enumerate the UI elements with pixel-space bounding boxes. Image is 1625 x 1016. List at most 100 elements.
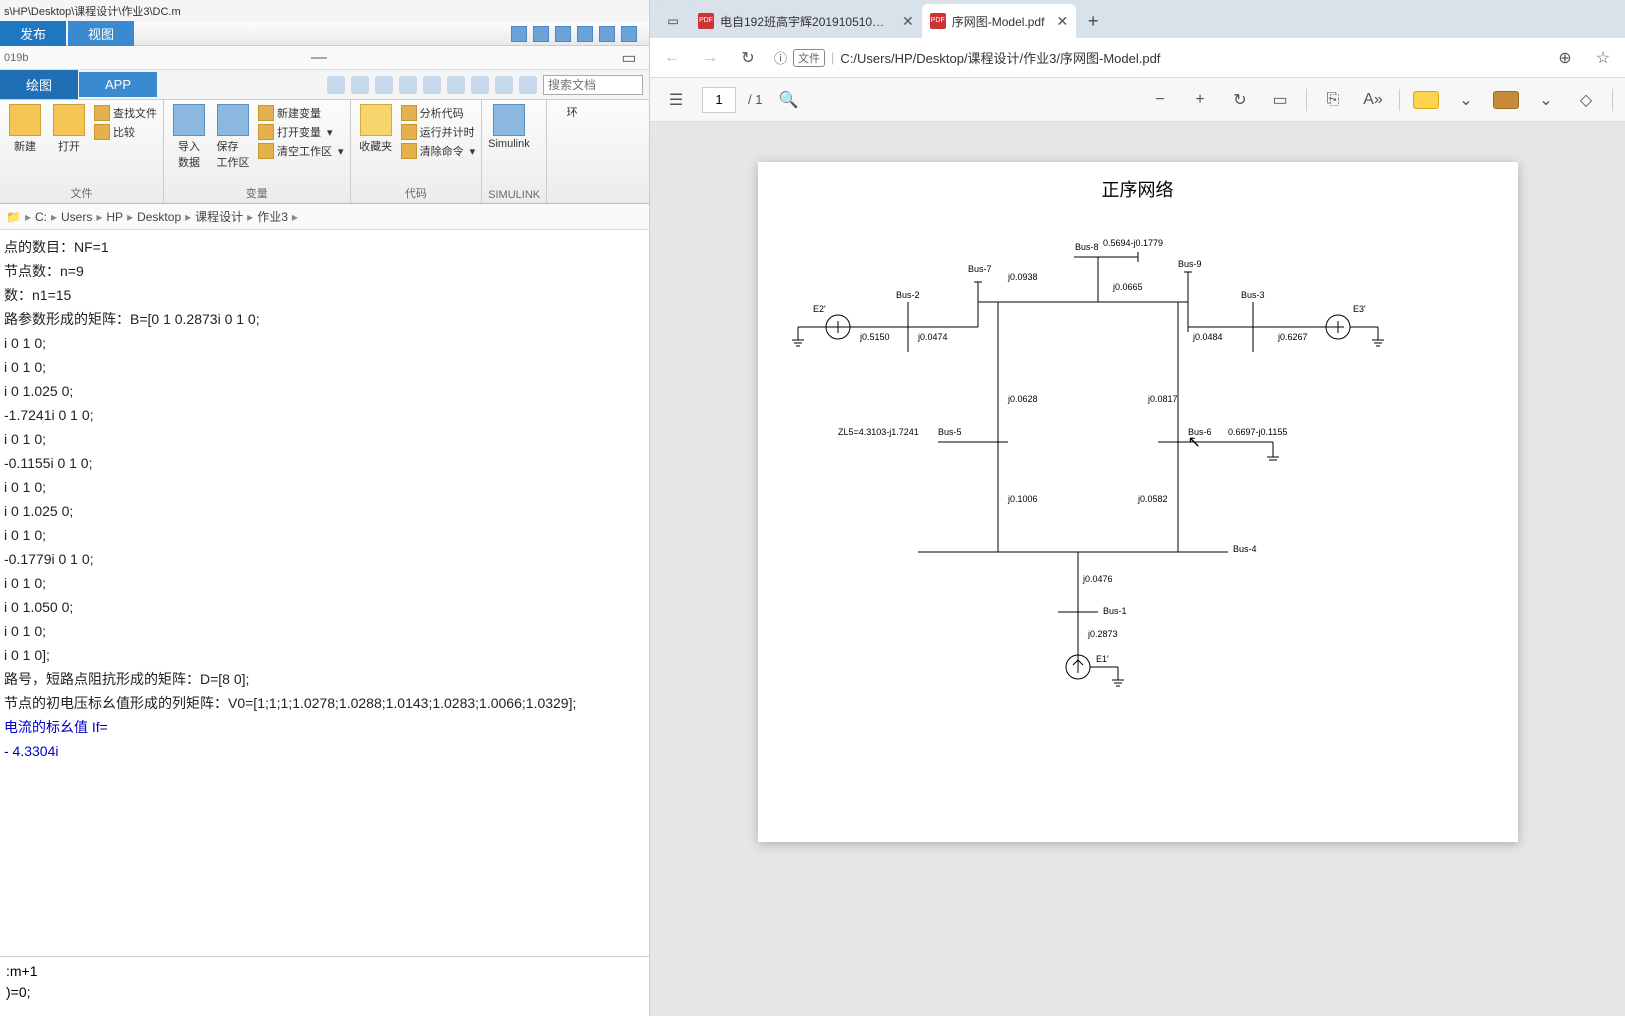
favorite-button[interactable]: ☆ [1591, 46, 1615, 70]
svg-text:j0.0628: j0.0628 [1007, 394, 1038, 404]
find-files-button[interactable]: 查找文件 [94, 104, 157, 122]
browser-tab-1[interactable]: 电自192班高宇辉20191051011… ✕ [690, 4, 922, 38]
ribbon-group-code: 收藏夹 分析代码 运行并计时 清除命令 ▾ 代码 [351, 100, 483, 203]
close-tab-2[interactable]: ✕ [1056, 13, 1068, 30]
pdf-toolbar: ☰ / 1 🔍 − + ↻ ▭ ⎘ A» ⌄ ⌄ ◇ [650, 78, 1625, 122]
dropdown-2[interactable]: ⌄ [1532, 86, 1560, 114]
forward-button[interactable]: → [698, 46, 722, 70]
svg-text:E3': E3' [1353, 304, 1366, 314]
pdf-page: 正序网络 ↖ Bus-7 j0.0938 Bus-8 0.5694-j0.177… [758, 162, 1518, 842]
svg-text:Bus-9: Bus-9 [1178, 259, 1202, 269]
qa-icon-5[interactable] [423, 76, 441, 94]
qa-icon-1[interactable] [327, 76, 345, 94]
tab-app[interactable]: APP [79, 72, 157, 97]
url-badge: 文件 [793, 49, 825, 67]
address-bar[interactable]: ⓘ 文件 | C:/Users/HP/Desktop/课程设计/作业3/序网图-… [774, 48, 1160, 67]
pdf-viewport[interactable]: 正序网络 ↖ Bus-7 j0.0938 Bus-8 0.5694-j0.177… [650, 122, 1625, 1016]
new-tab-button[interactable]: + [1076, 4, 1110, 38]
info-icon[interactable] [519, 76, 537, 94]
svg-text:Bus-8: Bus-8 [1075, 242, 1099, 252]
code-line: i 0 1 0; [4, 575, 46, 591]
svg-text:Bus-5: Bus-5 [938, 427, 962, 437]
new-button[interactable]: 新建 [6, 104, 44, 183]
run-time-button[interactable]: 运行并计时 [401, 123, 476, 141]
diagram-title: 正序网络 [1102, 176, 1174, 202]
qa-copy-icon[interactable] [555, 26, 571, 42]
browser-tab-2[interactable]: 序网图-Model.pdf ✕ [922, 4, 1076, 38]
minimize-button[interactable]: — [299, 49, 339, 67]
contents-button[interactable]: ☰ [662, 86, 690, 114]
qa-icon-3[interactable] [375, 76, 393, 94]
path-folder-icon[interactable]: 📁 [6, 210, 21, 224]
page-number-input[interactable] [702, 87, 736, 113]
tab-plot[interactable]: 绘图 [0, 70, 78, 99]
qa-icon-4[interactable] [399, 76, 417, 94]
qa-cut-icon[interactable] [533, 26, 549, 42]
new-variable-button[interactable]: 新建变量 [258, 104, 344, 122]
open-button[interactable]: 打开 [50, 104, 88, 183]
qa-paste-icon[interactable] [577, 26, 593, 42]
clear-workspace-button[interactable]: 清空工作区 ▾ [258, 142, 344, 160]
qa-save-icon[interactable] [511, 26, 527, 42]
search-input[interactable] [543, 75, 643, 95]
svg-text:Bus-1: Bus-1 [1103, 606, 1127, 616]
group-label-simulink: SIMULINK [488, 187, 540, 201]
qa-run-icon[interactable] [599, 26, 615, 42]
menu-view[interactable]: 视图 [68, 21, 134, 46]
group-label-file: 文件 [6, 183, 157, 201]
erase-button[interactable]: ◇ [1572, 86, 1600, 114]
zoom-icon[interactable]: ⊕ [1553, 46, 1577, 70]
fit-page-button[interactable]: ▭ [1266, 86, 1294, 114]
crumb-hp[interactable]: HP [106, 210, 123, 224]
code-line: 电流的标幺值 If= [4, 719, 108, 735]
crumb-users[interactable]: Users [61, 210, 92, 224]
dropdown-1[interactable]: ⌄ [1452, 86, 1480, 114]
command-window[interactable]: :m+1)=0; [0, 956, 649, 1016]
help-icon[interactable] [495, 76, 513, 94]
open-variable-button[interactable]: 打开变量 ▾ [258, 123, 344, 141]
svg-text:j0.0582: j0.0582 [1137, 494, 1168, 504]
qa-icon-2[interactable] [351, 76, 369, 94]
simulink-button[interactable]: Simulink [488, 104, 530, 187]
analyze-code-button[interactable]: 分析代码 [401, 104, 476, 122]
save-workspace-button[interactable]: 保存 工作区 [214, 104, 252, 183]
code-line: i 0 1 0; [4, 335, 46, 351]
svg-text:j0.6267: j0.6267 [1277, 332, 1308, 342]
rotate-button[interactable]: ↻ [1226, 86, 1254, 114]
code-line: -0.1779i 0 1 0; [4, 551, 94, 567]
svg-text:j0.0484: j0.0484 [1192, 332, 1223, 342]
highlighter-brown[interactable] [1492, 86, 1520, 114]
close-tab-1[interactable]: ✕ [902, 13, 914, 30]
pdf-search-button[interactable]: 🔍 [774, 86, 802, 114]
code-line: 节点数：n=9 [4, 263, 84, 279]
svg-text:j0.0817: j0.0817 [1147, 394, 1178, 404]
zoom-in-button[interactable]: + [1186, 86, 1214, 114]
back-button[interactable]: ← [660, 46, 684, 70]
favorites-button[interactable]: 收藏夹 [357, 104, 395, 183]
info-icon[interactable]: ⓘ [774, 48, 787, 67]
highlighter-yellow[interactable] [1412, 86, 1440, 114]
zoom-out-button[interactable]: − [1146, 86, 1174, 114]
qa-icon-6[interactable] [447, 76, 465, 94]
refresh-button[interactable]: ↻ [736, 46, 760, 70]
edge-tabbar: ▭ 电自192班高宇辉20191051011… ✕ 序网图-Model.pdf … [650, 0, 1625, 38]
menu-publish[interactable]: 发布 [0, 21, 66, 46]
qa-stop-icon[interactable] [621, 26, 637, 42]
clear-commands-button[interactable]: 清除命令 ▾ [401, 142, 476, 160]
svg-text:j0.0474: j0.0474 [917, 332, 948, 342]
code-editor[interactable]: 点的数目：NF=1 节点数：n=9 数：n1=15 路参数形成的矩阵：B=[0 … [0, 230, 649, 956]
code-line: 节点的初电压标幺值形成的列矩阵：V0=[1;1;1;1.0278;1.0288;… [4, 695, 576, 711]
crumb-course[interactable]: 课程设计 [195, 208, 243, 225]
env-button[interactable]: 环 [553, 104, 591, 201]
print-icon[interactable] [471, 76, 489, 94]
crumb-desktop[interactable]: Desktop [137, 210, 181, 224]
crumb-hw3[interactable]: 作业3 [257, 208, 288, 225]
tab-actions-button[interactable]: ▭ [656, 4, 690, 38]
restore-button[interactable]: ▭ [609, 48, 649, 68]
import-data-button[interactable]: 导入 数据 [170, 104, 208, 183]
read-aloud-button[interactable]: A» [1359, 86, 1387, 114]
svg-text:E1': E1' [1096, 654, 1109, 664]
crumb-c[interactable]: C: [35, 210, 47, 224]
compare-button[interactable]: 比较 [94, 123, 157, 141]
page-view-button[interactable]: ⎘ [1319, 86, 1347, 114]
